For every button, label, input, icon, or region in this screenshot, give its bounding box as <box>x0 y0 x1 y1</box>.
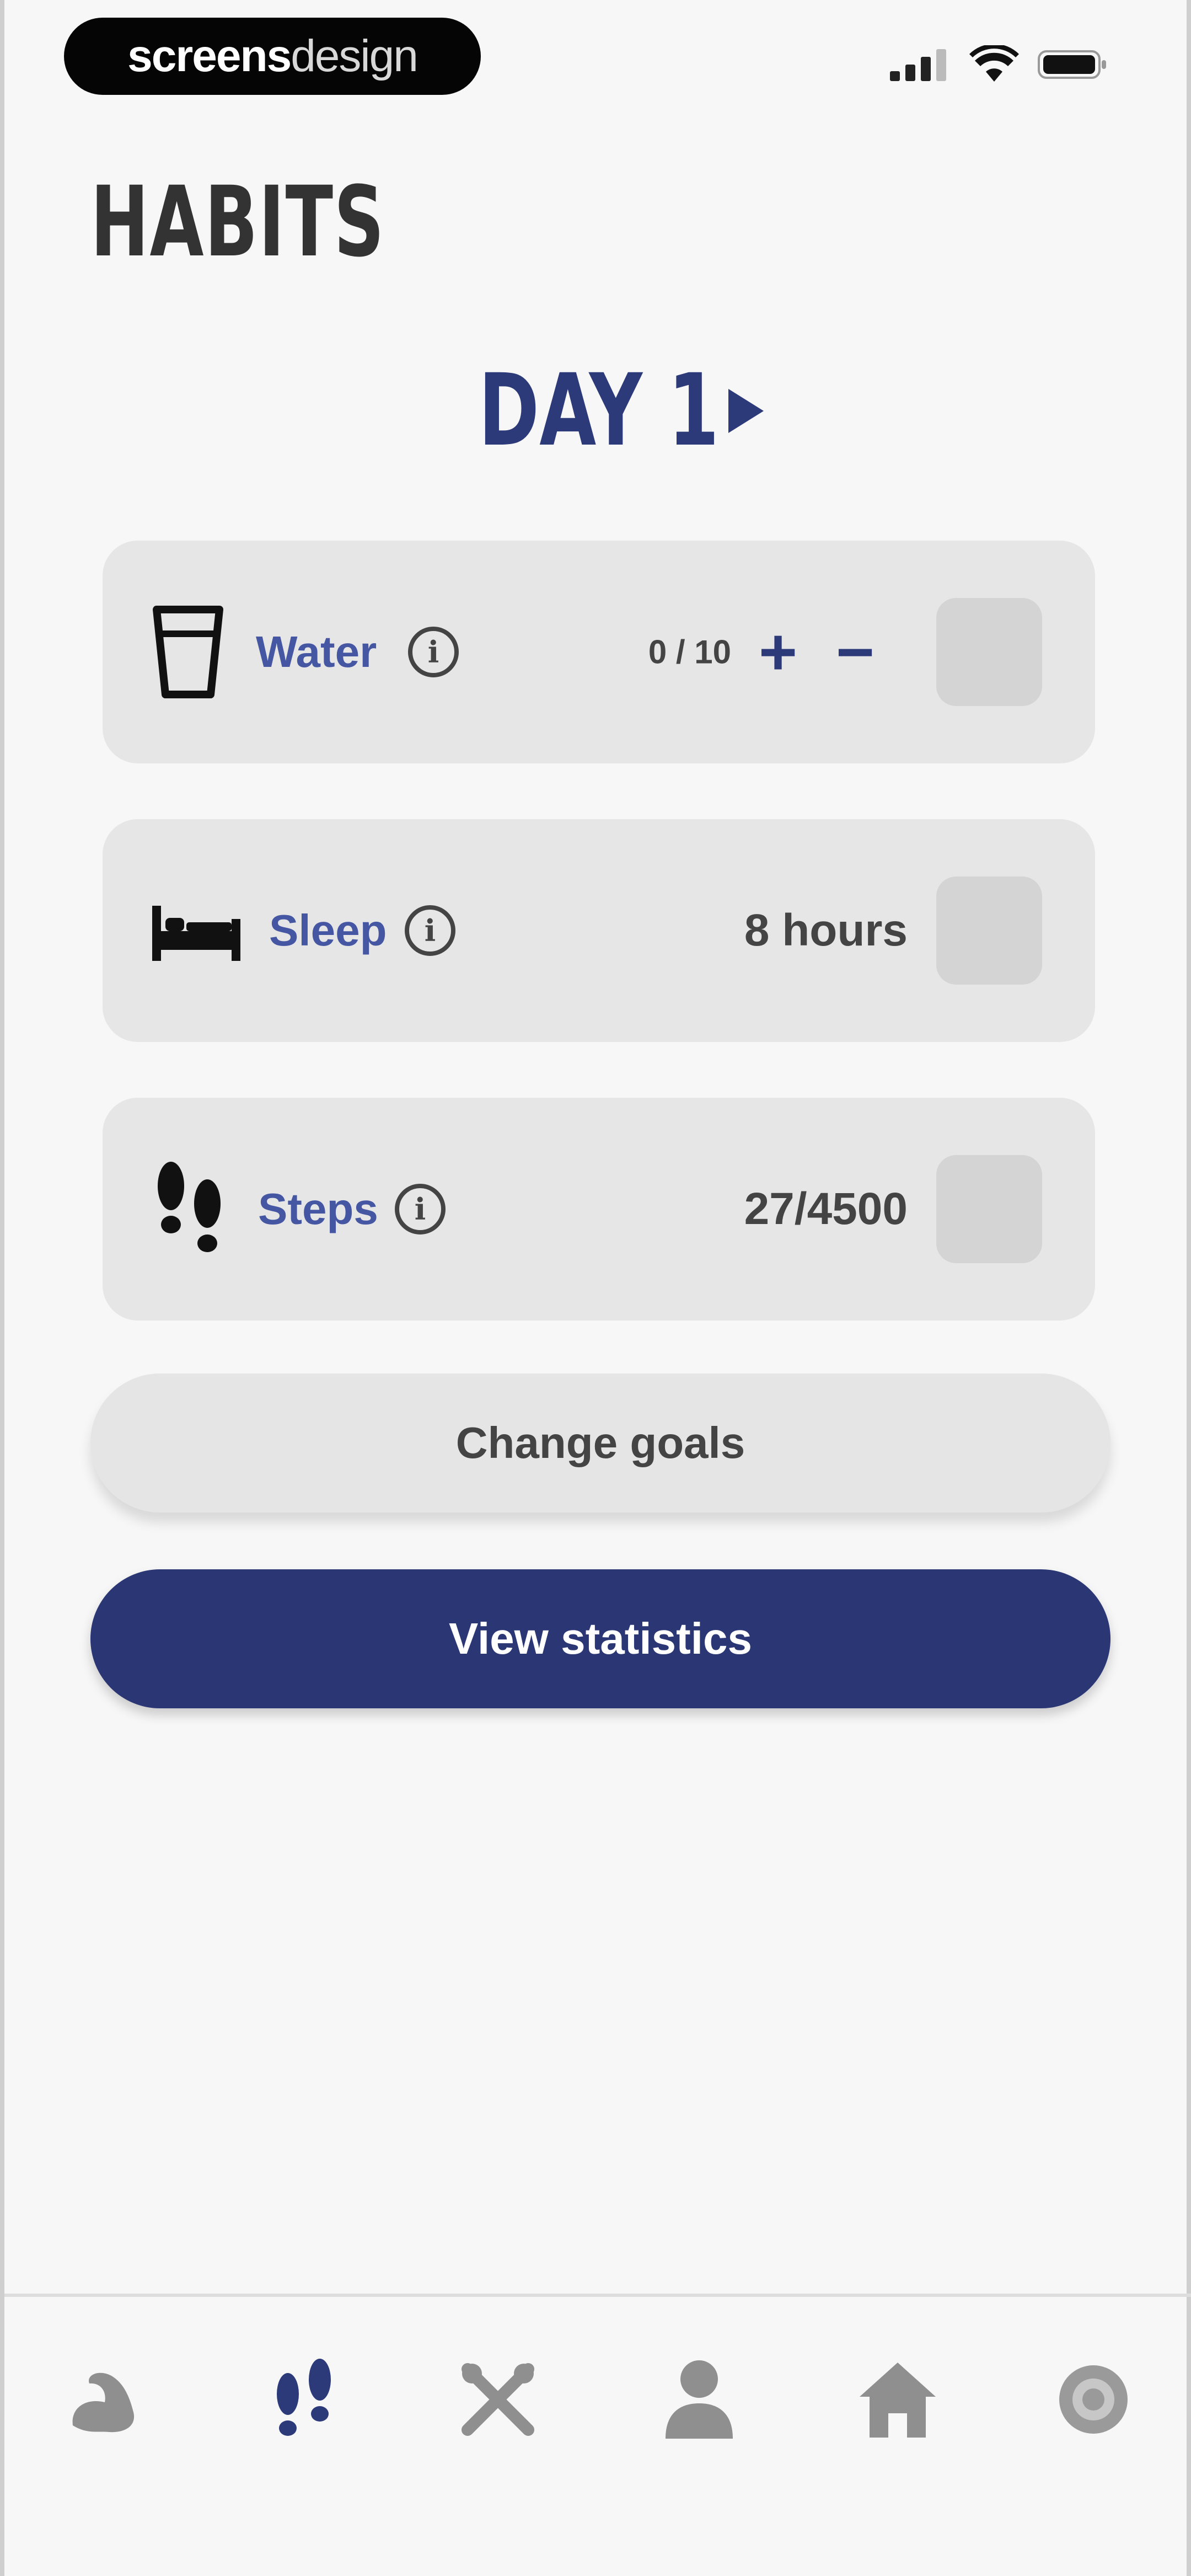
brand-badge: screens design <box>64 18 481 95</box>
next-day-arrow-icon[interactable] <box>728 388 764 433</box>
sleep-checkbox[interactable] <box>936 877 1042 985</box>
settings-icon <box>1059 2365 1128 2434</box>
water-decrement-button[interactable]: − <box>836 619 875 685</box>
nav-item-home[interactable] <box>848 2350 947 2449</box>
change-goals-button[interactable]: Change goals <box>90 1373 1110 1513</box>
brand-text-light: design <box>291 31 419 81</box>
cellular-signal-icon <box>890 49 946 81</box>
water-value: 0 / 10 <box>648 633 731 671</box>
view-statistics-button[interactable]: View statistics <box>90 1569 1110 1708</box>
habit-label-water: Water <box>256 627 377 676</box>
nav-item-profile[interactable] <box>650 2350 749 2449</box>
water-checkbox[interactable] <box>936 598 1042 706</box>
sleep-value: 8 hours <box>744 905 908 955</box>
steps-info-icon[interactable]: i <box>395 1184 446 1234</box>
battery-icon <box>1038 50 1106 79</box>
habit-label-steps: Steps <box>258 1184 378 1233</box>
habit-label-sleep: Sleep <box>269 906 387 955</box>
nav-item-nutrition[interactable] <box>448 2350 548 2449</box>
nav-item-settings[interactable] <box>1044 2350 1143 2449</box>
day-selector: DAY 1 <box>4 353 1191 468</box>
person-icon <box>666 2360 733 2439</box>
brand-text-bold: screens <box>127 31 292 81</box>
bed-icon <box>152 906 240 961</box>
arm-icon <box>72 2372 135 2433</box>
status-icons <box>890 45 1109 84</box>
footprints-icon <box>277 2359 331 2436</box>
footprints-icon <box>158 1162 221 1252</box>
sleep-info-icon[interactable]: i <box>405 905 455 956</box>
utensils-icon <box>462 2363 534 2436</box>
day-label: DAY 1 <box>478 353 720 468</box>
page-title: HABITS <box>90 165 385 279</box>
habit-card-steps: Steps i 27/4500 <box>103 1098 1095 1321</box>
steps-checkbox[interactable] <box>936 1155 1042 1263</box>
nav-item-habits[interactable] <box>255 2350 355 2449</box>
habit-card-sleep: Sleep i 8 hours <box>103 819 1095 1042</box>
wifi-icon <box>969 45 1019 82</box>
bottom-nav <box>4 2350 1191 2460</box>
steps-value: 27/4500 <box>744 1184 908 1234</box>
water-increment-button[interactable]: + <box>759 619 797 685</box>
water-info-icon[interactable]: i <box>408 627 459 677</box>
nav-divider <box>4 2294 1191 2297</box>
nav-item-workout[interactable] <box>57 2350 156 2449</box>
home-icon <box>860 2363 936 2438</box>
app-screen: screens design HABITS DAY 1 Water i 0 / … <box>0 0 1191 2576</box>
cup-icon <box>153 606 223 698</box>
habit-card-water: Water i 0 / 10 + − <box>103 541 1095 763</box>
